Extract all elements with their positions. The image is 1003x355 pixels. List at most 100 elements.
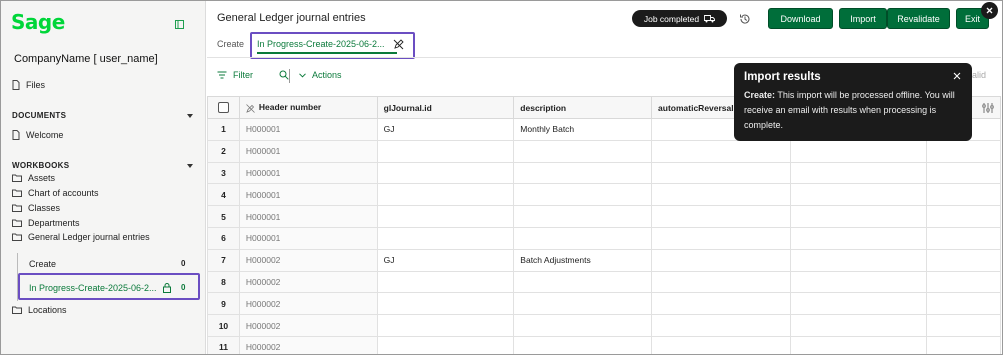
tab-inprogress[interactable]: In Progress-Create-2025-06-2...	[257, 39, 385, 49]
row-number-cell[interactable]: 11	[207, 335, 240, 354]
column-description[interactable]: description	[513, 96, 653, 119]
empty-cell[interactable]	[926, 314, 1001, 337]
row-number-cell[interactable]: 9	[207, 292, 240, 316]
documents-caret-icon[interactable]	[187, 114, 193, 118]
description-cell[interactable]	[513, 226, 653, 250]
empty-cell[interactable]	[789, 314, 928, 337]
revalidate-button[interactable]: Revalidate	[887, 8, 950, 29]
empty-cell[interactable]	[926, 205, 1001, 228]
gljournal-id-cell[interactable]	[376, 314, 515, 337]
gljournal-id-cell[interactable]	[376, 292, 515, 316]
automatic-reversal-cell[interactable]	[651, 205, 791, 228]
automatic-reversal-cell[interactable]	[651, 314, 791, 337]
header-number-cell[interactable]: H000002	[238, 248, 378, 272]
gljournal-id-cell[interactable]	[376, 161, 515, 185]
automatic-reversal-cell[interactable]	[651, 161, 791, 185]
gljournal-id-cell[interactable]	[376, 205, 515, 228]
gljournal-id-cell[interactable]	[376, 270, 515, 294]
empty-cell[interactable]	[926, 161, 1001, 185]
sidebar-item-assets[interactable]: Assets	[12, 173, 55, 183]
workbooks-caret-icon[interactable]	[187, 164, 193, 168]
sidebar-item-welcome[interactable]: Welcome	[12, 130, 63, 140]
table-row[interactable]: 9 H000002	[207, 292, 1001, 316]
empty-cell[interactable]	[926, 270, 1001, 294]
row-number-cell[interactable]: 7	[207, 248, 240, 272]
header-number-cell[interactable]: H000001	[238, 118, 378, 141]
toast-close-icon[interactable]	[952, 71, 962, 81]
empty-cell[interactable]	[789, 183, 928, 207]
header-number-cell[interactable]: H000001	[238, 226, 378, 250]
table-row[interactable]: 7 H000002 GJ Batch Adjustments	[207, 248, 1001, 272]
sidebar-item-locations[interactable]: Locations	[12, 305, 67, 315]
history-icon[interactable]	[739, 13, 751, 25]
empty-cell[interactable]	[926, 248, 1001, 272]
column-header-number[interactable]: Header number	[238, 96, 378, 119]
gljournal-id-cell[interactable]	[376, 139, 515, 163]
column-settings-icon[interactable]	[982, 102, 994, 114]
actions-menu[interactable]: Actions	[299, 70, 342, 80]
empty-cell[interactable]	[789, 292, 928, 316]
header-number-cell[interactable]: H000002	[238, 314, 378, 337]
description-cell[interactable]	[513, 139, 653, 163]
gljournal-id-cell[interactable]: GJ	[376, 118, 515, 141]
automatic-reversal-cell[interactable]	[651, 139, 791, 163]
row-number-cell[interactable]: 4	[207, 183, 240, 207]
sidebar-subitem-create[interactable]: Create	[29, 259, 56, 269]
empty-cell[interactable]	[789, 335, 928, 354]
row-number-cell[interactable]: 6	[207, 226, 240, 250]
filter-button[interactable]: Filter	[217, 70, 289, 80]
import-button[interactable]: Import	[839, 8, 887, 29]
table-row[interactable]: 6 H000001	[207, 226, 1001, 250]
description-cell[interactable]	[513, 270, 653, 294]
sidebar-subitem-inprogress[interactable]: In Progress-Create-2025-06-2...	[29, 283, 157, 293]
gljournal-id-cell[interactable]	[376, 335, 515, 354]
collapse-sidebar-icon[interactable]	[175, 20, 184, 29]
row-number-cell[interactable]: 3	[207, 161, 240, 185]
header-number-cell[interactable]: H000002	[238, 335, 378, 354]
header-number-cell[interactable]: H000001	[238, 183, 378, 207]
table-row[interactable]: 4 H000001	[207, 183, 1001, 207]
automatic-reversal-cell[interactable]	[651, 248, 791, 272]
header-number-cell[interactable]: H000001	[238, 161, 378, 185]
sidebar-item-gl-journal-entries[interactable]: General Ledger journal entries	[12, 232, 150, 242]
sidebar-item-classes[interactable]: Classes	[12, 203, 60, 213]
description-cell[interactable]	[513, 314, 653, 337]
empty-cell[interactable]	[789, 205, 928, 228]
header-number-cell[interactable]: H000002	[238, 292, 378, 316]
empty-cell[interactable]	[926, 139, 1001, 163]
description-cell[interactable]	[513, 183, 653, 207]
empty-cell[interactable]	[789, 270, 928, 294]
automatic-reversal-cell[interactable]	[651, 270, 791, 294]
table-row[interactable]: 11 H000002	[207, 335, 1001, 354]
edit-off-icon[interactable]	[393, 39, 404, 50]
row-number-cell[interactable]: 8	[207, 270, 240, 294]
row-number-cell[interactable]: 1	[207, 118, 240, 141]
gljournal-id-cell[interactable]	[376, 226, 515, 250]
close-button[interactable]	[981, 2, 998, 19]
automatic-reversal-cell[interactable]	[651, 292, 791, 316]
description-cell[interactable]: Batch Adjustments	[513, 248, 653, 272]
empty-cell[interactable]	[926, 183, 1001, 207]
table-row[interactable]: 5 H000001	[207, 205, 1001, 228]
empty-cell[interactable]	[926, 292, 1001, 316]
description-cell[interactable]	[513, 335, 653, 354]
description-cell[interactable]	[513, 292, 653, 316]
table-row[interactable]: 10 H000002	[207, 314, 1001, 337]
empty-cell[interactable]	[926, 226, 1001, 250]
column-gljournal-id[interactable]: glJournal.id	[376, 96, 515, 119]
search-icon[interactable]	[279, 70, 289, 80]
gljournal-id-cell[interactable]	[376, 183, 515, 207]
sidebar-item-files[interactable]: Files	[12, 80, 45, 90]
select-all-header[interactable]	[207, 96, 240, 119]
description-cell[interactable]: Monthly Batch	[513, 118, 653, 141]
empty-cell[interactable]	[789, 226, 928, 250]
empty-cell[interactable]	[789, 139, 928, 163]
description-cell[interactable]	[513, 205, 653, 228]
gljournal-id-cell[interactable]: GJ	[376, 248, 515, 272]
header-number-cell[interactable]: H000001	[238, 139, 378, 163]
empty-cell[interactable]	[789, 248, 928, 272]
header-number-cell[interactable]: H000002	[238, 270, 378, 294]
automatic-reversal-cell[interactable]	[651, 226, 791, 250]
empty-cell[interactable]	[926, 335, 1001, 354]
automatic-reversal-cell[interactable]	[651, 183, 791, 207]
